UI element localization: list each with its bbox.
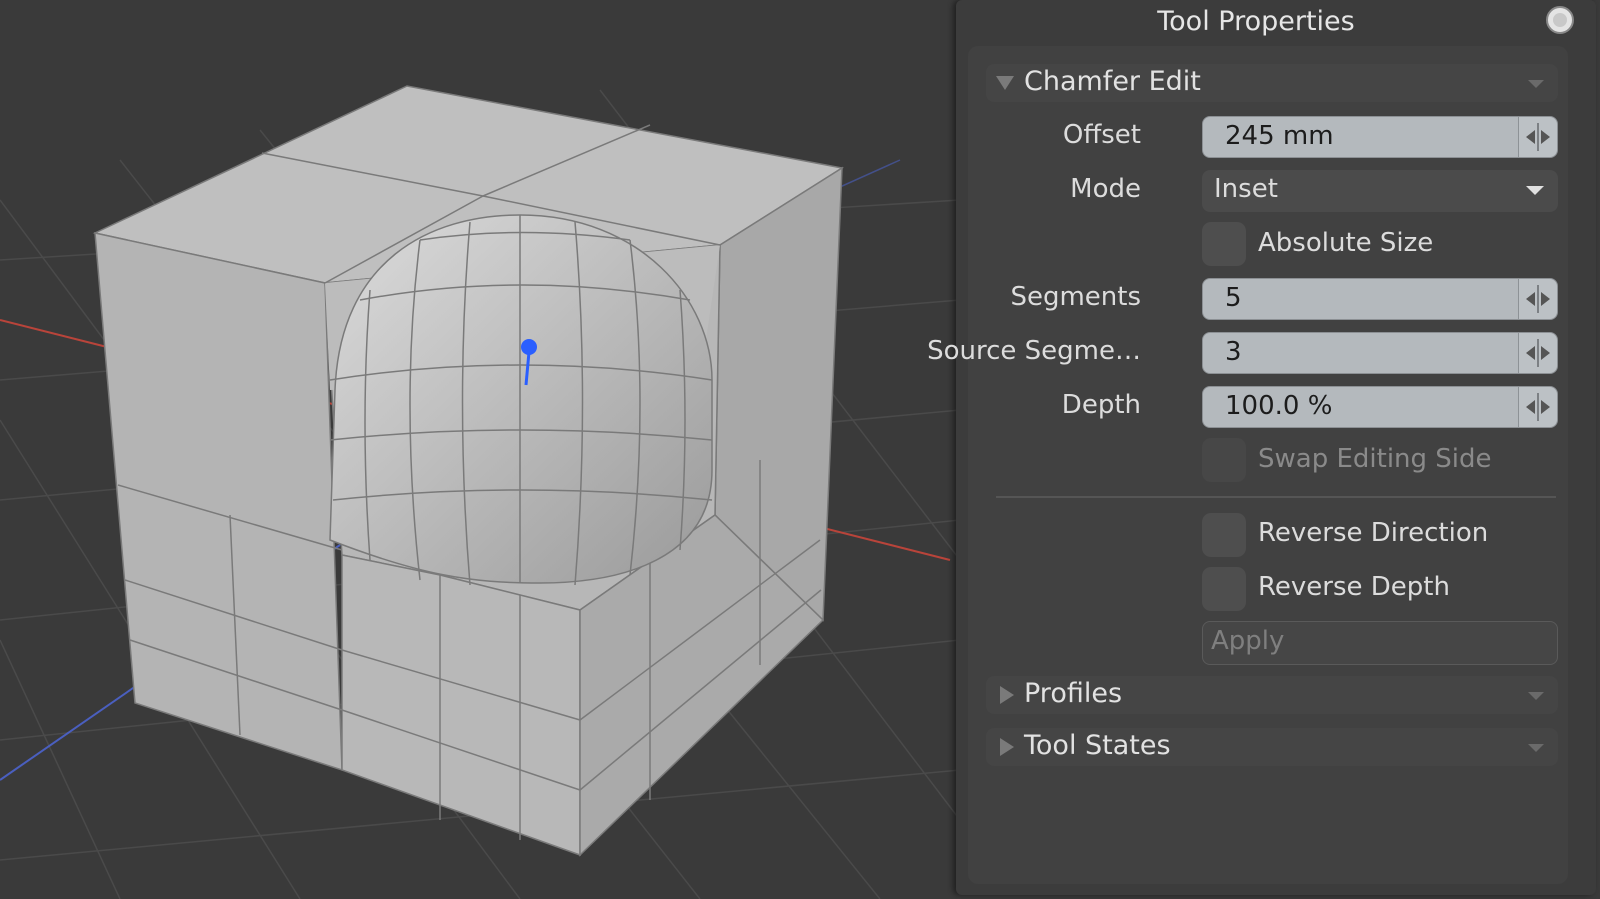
depth-field[interactable]: 100.0 %	[1202, 386, 1558, 428]
reverse-depth-checkbox[interactable]	[1202, 567, 1246, 611]
source-segments-spinner-icon[interactable]	[1518, 333, 1557, 373]
dropdown-arrow-icon	[1526, 186, 1544, 195]
section-chamfer-edit[interactable]: Chamfer Edit	[986, 64, 1558, 102]
offset-value: 245 mm	[1225, 121, 1334, 151]
tool-properties-panel: Tool Properties Chamfer Edit Offset 245 …	[927, 0, 1596, 895]
segments-spinner-icon[interactable]	[1518, 279, 1557, 319]
offset-label: Offset	[1062, 120, 1141, 150]
source-segments-value: 3	[1225, 337, 1242, 367]
reverse-depth-label: Reverse Depth	[1258, 572, 1450, 602]
source-segments-field[interactable]: 3	[1202, 332, 1558, 374]
apply-label: Apply	[1211, 626, 1285, 656]
close-icon[interactable]	[1546, 6, 1574, 34]
chevron-down-icon	[1528, 692, 1544, 700]
reverse-direction-checkbox[interactable]	[1202, 513, 1246, 557]
mode-dropdown[interactable]: Inset	[1202, 170, 1558, 212]
source-segments-label: Source Segme…	[927, 336, 1141, 366]
offset-field[interactable]: 245 mm	[1202, 116, 1558, 158]
depth-value: 100.0 %	[1225, 391, 1333, 421]
panel-title: Tool Properties	[1157, 6, 1355, 37]
chevron-down-icon	[1528, 80, 1544, 88]
section-profiles[interactable]: Profiles	[986, 676, 1558, 714]
expand-triangle-icon	[1000, 686, 1014, 704]
offset-spinner-icon[interactable]	[1518, 117, 1557, 157]
absolute-size-checkbox[interactable]	[1202, 222, 1246, 266]
section-label: Tool States	[1024, 730, 1171, 761]
segments-value: 5	[1225, 283, 1242, 313]
segments-label: Segments	[1010, 282, 1141, 312]
mode-label: Mode	[1070, 174, 1141, 204]
mode-value: Inset	[1214, 174, 1278, 204]
section-label: Profiles	[1024, 678, 1123, 709]
reverse-direction-label: Reverse Direction	[1258, 518, 1489, 548]
absolute-size-label: Absolute Size	[1258, 228, 1434, 258]
swap-editing-side-label: Swap Editing Side	[1258, 444, 1492, 474]
3d-viewport[interactable]	[0, 0, 960, 899]
section-tool-states[interactable]: Tool States	[986, 728, 1558, 766]
section-label: Chamfer Edit	[1024, 66, 1201, 97]
apply-button[interactable]: Apply	[1202, 621, 1558, 665]
panel-body: Chamfer Edit Offset 245 mm Mode Inset Ab…	[927, 46, 1568, 884]
swap-editing-side-checkbox[interactable]	[1202, 438, 1246, 482]
divider	[996, 496, 1556, 498]
chevron-down-icon	[1528, 744, 1544, 752]
segments-field[interactable]: 5	[1202, 278, 1558, 320]
depth-spinner-icon[interactable]	[1518, 387, 1557, 427]
expand-triangle-icon	[1000, 738, 1014, 756]
collapse-triangle-icon	[996, 76, 1014, 90]
depth-label: Depth	[1061, 390, 1141, 420]
sphere-mesh	[329, 214, 713, 586]
